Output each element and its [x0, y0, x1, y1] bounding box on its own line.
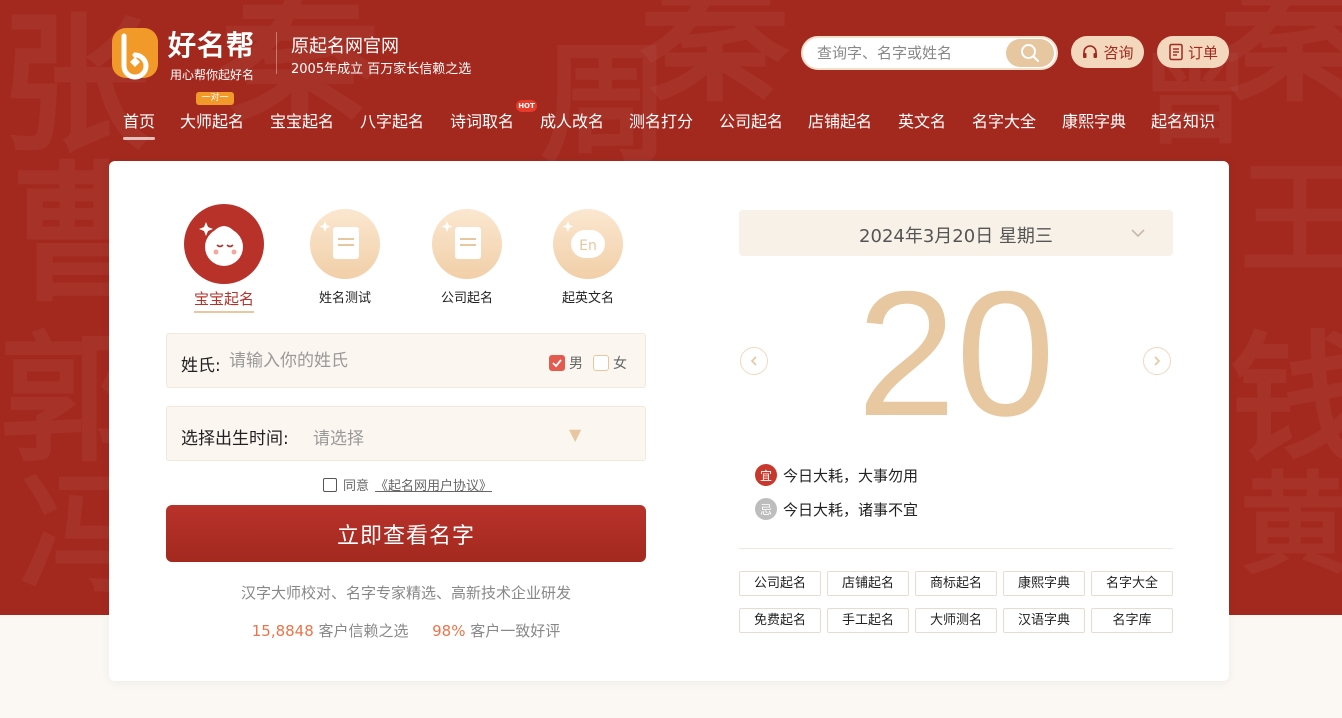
document-icon	[1169, 43, 1183, 61]
date-label: 2024年3月20日 星期三	[859, 226, 1053, 247]
user-agreement-link[interactable]: 《起名网用户协议》	[375, 475, 492, 494]
nav-item-baby-naming[interactable]: 宝宝起名	[270, 108, 334, 132]
avoid-text: 今日大耗，诸事不宜	[783, 500, 919, 519]
dropdown-arrow-icon: ▼	[569, 425, 582, 444]
type-label: 起英文名	[561, 291, 614, 306]
type-label: 姓名测试	[318, 291, 371, 306]
quick-link-master-test[interactable]: 大师测名	[915, 608, 997, 633]
bg-glyph: 秦	[640, 0, 790, 110]
search-button[interactable]	[1006, 39, 1054, 67]
checkbox-empty-icon	[593, 355, 609, 371]
quick-link-manual-naming[interactable]: 手工起名	[827, 608, 909, 633]
day-number: 20	[857, 254, 1055, 453]
stat-customers-number: 15,8848	[251, 622, 314, 640]
nav-item-name-score[interactable]: 测名打分	[629, 108, 693, 132]
type-english-name[interactable]: En 起英文名	[548, 209, 628, 306]
nav-item-shop-naming[interactable]: 店铺起名	[808, 108, 872, 132]
logo-icon[interactable]	[110, 22, 160, 82]
type-label: 宝宝起名	[193, 288, 254, 313]
quick-link-name-library[interactable]: 名字库	[1091, 608, 1173, 633]
submit-button[interactable]: 立即查看名字	[166, 505, 646, 562]
type-company-naming[interactable]: 公司起名	[427, 209, 507, 306]
quick-link-kangxi-dictionary[interactable]: 康熙字典	[1003, 571, 1085, 596]
bg-glyph: 周	[540, 40, 670, 170]
quick-link-chinese-dictionary[interactable]: 汉语字典	[1003, 608, 1085, 633]
quick-link-company-naming[interactable]: 公司起名	[739, 571, 821, 596]
nav-item-adult-rename[interactable]: 成人改名	[540, 108, 604, 132]
site-title: 原起名网官网	[291, 36, 399, 57]
nav-item-naming-knowledge[interactable]: 起名知识	[1151, 108, 1215, 132]
nav-item-english-name[interactable]: 英文名	[898, 108, 946, 132]
suitable-badge: 宜	[755, 464, 777, 486]
brand-divider	[276, 32, 277, 74]
male-option[interactable]: 男	[549, 353, 583, 373]
quick-link-name-collection[interactable]: 名字大全	[1091, 571, 1173, 596]
type-baby-naming[interactable]: 宝宝起名	[184, 204, 264, 313]
quick-link-free-naming[interactable]: 免费起名	[739, 608, 821, 633]
nav-item-home[interactable]: 首页	[123, 108, 155, 132]
chevron-down-icon	[1131, 229, 1145, 238]
stat-rating-number: 98%	[432, 622, 466, 640]
hot-badge: HOT	[516, 100, 537, 112]
orders-button[interactable]: 订单	[1157, 36, 1229, 68]
svg-text:En: En	[579, 238, 597, 254]
nav-item-bazi-naming[interactable]: 八字起名	[360, 108, 424, 132]
checkbox-checked-icon	[549, 355, 565, 371]
search-input[interactable]	[817, 38, 997, 68]
nav-item-company-naming[interactable]: 公司起名	[719, 108, 783, 132]
surname-field: 姓氏: 男 女	[166, 333, 646, 388]
baby-icon	[184, 204, 264, 284]
notebook-icon	[432, 209, 502, 279]
stat-rating-text: 客户一致好评	[470, 622, 561, 640]
avoid-badge: 忌	[755, 498, 777, 520]
search-box	[801, 36, 1058, 70]
surname-label: 姓氏:	[181, 356, 221, 376]
consult-label: 咨询	[1103, 43, 1134, 62]
date-selector[interactable]: 2024年3月20日 星期三	[739, 210, 1173, 256]
english-icon: En	[553, 209, 623, 279]
nav-item-master-naming[interactable]: 大师起名	[180, 108, 244, 132]
avoid-row: 忌 今日大耗，诸事不宜	[755, 498, 918, 520]
divider	[739, 548, 1173, 549]
nav-item-poetry-naming[interactable]: 诗词取名	[450, 108, 514, 132]
headset-icon	[1083, 45, 1098, 58]
quick-link-shop-naming[interactable]: 店铺起名	[827, 571, 909, 596]
birth-time-select[interactable]: 选择出生时间: 请选择 ▼	[166, 406, 646, 461]
surname-input[interactable]	[229, 347, 529, 375]
notebook-icon	[310, 209, 380, 279]
one-on-one-badge: 一对一	[196, 92, 234, 105]
search-icon	[1021, 44, 1039, 62]
suitable-text: 今日大耗，大事勿用	[783, 466, 919, 485]
logo-text[interactable]: 好名帮	[168, 24, 255, 64]
male-label: 男	[569, 356, 583, 372]
agreement-row: 同意 《起名网用户协议》	[323, 475, 492, 494]
bg-glyph: 钱	[1230, 330, 1342, 470]
type-name-test[interactable]: 姓名测试	[305, 209, 385, 306]
stats-row: 15,8848 客户信赖之选 98% 客户一致好评	[166, 620, 646, 641]
nav-active-indicator	[123, 137, 155, 140]
bg-glyph: 黄	[1240, 470, 1342, 580]
main-card: 宝宝起名 姓名测试 公司起名 En 起英文名 姓氏: 请输入你的姓氏 男 女 选…	[109, 161, 1229, 681]
type-label: 公司起名	[440, 291, 493, 306]
bg-glyph: 王	[1240, 160, 1342, 280]
agreement-checkbox[interactable]	[323, 477, 337, 492]
nav-item-name-collection[interactable]: 名字大全	[972, 108, 1036, 132]
nav-item-kangxi-dictionary[interactable]: 康熙字典	[1062, 108, 1126, 132]
suitable-row: 宜 今日大耗，大事勿用	[755, 464, 918, 486]
female-label: 女	[613, 356, 627, 372]
site-subtitle: 2005年成立 百万家长信赖之选	[291, 62, 472, 77]
logo-slogan: 用心帮你起好名	[170, 68, 255, 82]
agreement-prefix: 同意	[343, 479, 370, 494]
quick-link-trademark-naming[interactable]: 商标起名	[915, 571, 997, 596]
orders-label: 订单	[1187, 43, 1218, 62]
bg-glyph: 秦	[1220, 0, 1342, 110]
consult-button[interactable]: 咨询	[1071, 36, 1144, 68]
stat-customers-text: 客户信赖之选	[318, 622, 409, 640]
tagline: 汉字大师校对、名字专家精选、高新技术企业研发	[240, 584, 571, 602]
birth-time-label: 选择出生时间:	[181, 429, 289, 449]
birth-time-placeholder: 请选择	[313, 429, 364, 449]
female-option[interactable]: 女	[593, 353, 627, 373]
